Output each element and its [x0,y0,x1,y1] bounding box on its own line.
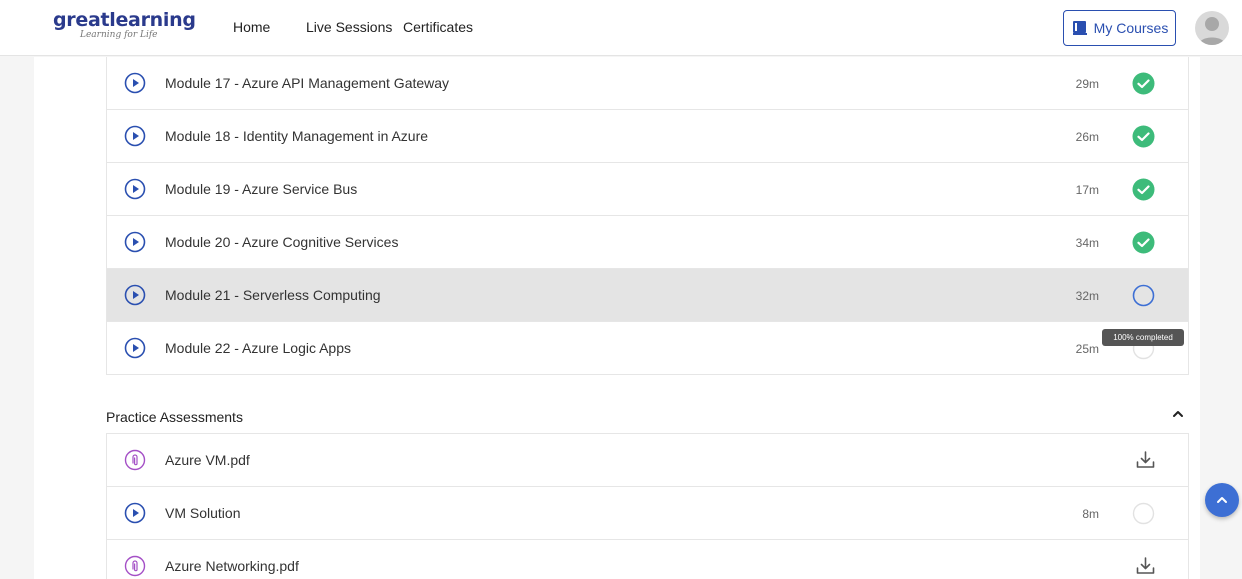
practice-duration: 8m [1082,507,1099,521]
logo-wordmark: greatlearning [53,9,196,31]
check-circle-icon [1132,125,1155,148]
chevron-up-icon[interactable] [1171,407,1185,421]
module-title: Module 17 - Azure API Management Gateway [165,75,450,91]
nav-certificates-link[interactable]: Certificates [403,19,473,35]
module-duration: 34m [1075,236,1099,250]
module-row[interactable]: Module 19 - Azure Service Bus 17m [107,163,1188,216]
module-row[interactable]: Module 22 - Azure Logic Apps 25m [107,322,1188,375]
module-duration: 25m [1075,342,1099,356]
module-title: Module 18 - Identity Management in Azure [165,128,429,144]
brand-logo[interactable]: greatlearning Learning for Life [53,9,196,40]
module-duration: 26m [1075,130,1099,144]
module-duration: 32m [1075,289,1099,303]
play-circle-icon [124,502,146,524]
my-courses-label: My Courses [1093,20,1169,36]
chevron-up-icon [1217,497,1227,503]
play-circle-icon [124,125,146,147]
empty-circle-icon [1132,502,1155,525]
practice-row-video[interactable]: VM Solution 8m [107,487,1188,540]
check-circle-icon [1132,231,1155,254]
module-row[interactable]: Module 18 - Identity Management in Azure… [107,110,1188,163]
module-list: Module 17 - Azure API Management Gateway… [106,57,1189,375]
practice-list: Azure VM.pdf VM Solution 8m Azure Networ… [106,433,1189,579]
my-courses-button[interactable]: My Courses [1063,10,1176,46]
play-circle-icon [124,337,146,359]
module-title: Module 20 - Azure Cognitive Services [165,234,399,250]
module-title: Module 22 - Azure Logic Apps [165,340,352,356]
practice-title: Azure Networking.pdf [165,558,299,574]
module-title: Module 21 - Serverless Computing [165,287,381,303]
module-row[interactable]: Module 17 - Azure API Management Gateway… [107,57,1188,110]
check-circle-icon [1132,72,1155,95]
module-duration: 29m [1075,77,1099,91]
module-duration: 17m [1075,183,1099,197]
practice-row-pdf[interactable]: Azure VM.pdf [107,434,1188,487]
user-icon [1199,17,1225,45]
paperclip-icon [124,449,146,471]
completion-tooltip: 100% completed [1102,329,1184,346]
practice-assessments-header[interactable]: Practice Assessments [106,403,1189,433]
check-circle-icon [1132,178,1155,201]
practice-row-pdf[interactable]: Azure Networking.pdf [107,540,1188,579]
top-navbar: greatlearning Learning for Life Home Liv… [0,0,1242,56]
scroll-to-top-button[interactable] [1205,483,1239,517]
play-circle-icon [124,231,146,253]
download-icon[interactable] [1134,555,1157,578]
module-row-active[interactable]: Module 21 - Serverless Computing 32m [107,269,1188,322]
paperclip-icon [124,555,146,577]
nav-home-link[interactable]: Home [233,19,270,35]
play-circle-icon [124,284,146,306]
download-icon[interactable] [1134,449,1157,472]
logo-tagline: Learning for Life [80,30,158,40]
module-row[interactable]: Module 20 - Azure Cognitive Services 34m [107,216,1188,269]
course-content-panel: Module 17 - Azure API Management Gateway… [34,57,1200,579]
module-title: Module 19 - Azure Service Bus [165,181,358,197]
play-circle-icon [124,178,146,200]
section-title: Practice Assessments [106,409,243,425]
play-circle-icon [124,72,146,94]
book-icon [1072,21,1087,35]
user-avatar[interactable] [1195,11,1229,45]
nav-live-sessions-link[interactable]: Live Sessions [306,19,392,35]
practice-title: Azure VM.pdf [165,452,250,468]
practice-title: VM Solution [165,505,241,521]
progress-circle-icon [1132,284,1155,307]
